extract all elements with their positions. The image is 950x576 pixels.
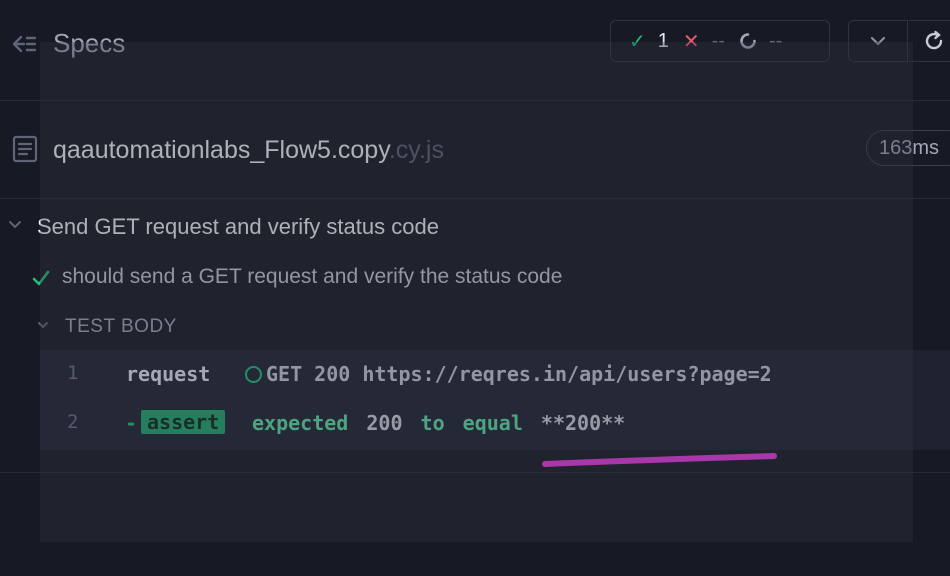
spinner-icon (740, 33, 756, 49)
test-body-header[interactable]: TEST BODY (0, 313, 950, 341)
failed-stat: ✕ -- (683, 29, 725, 54)
spec-file-name: qaautomationlabs_Flow5.copy.cy.js (53, 136, 444, 165)
test-title: should send a GET request and verify the… (62, 265, 563, 288)
pending-count: -- (768, 29, 783, 52)
status-circle-icon (245, 366, 262, 383)
back-arrow-icon[interactable] (10, 30, 38, 58)
command-number: 1 (67, 362, 79, 384)
command-message: GET 200 https://reqres.in/api/users?page… (245, 362, 772, 386)
spec-file-base: qaautomationlabs_Flow5.copy (53, 136, 389, 164)
chevron-down-icon[interactable] (8, 220, 22, 230)
duration-badge: 163ms (866, 130, 950, 166)
x-icon: ✕ (682, 30, 700, 53)
test-stats: ✓ 1 ✕ -- -- (610, 20, 830, 62)
pending-stat: -- (739, 30, 782, 53)
cypress-runner: Specs ✓ 1 ✕ -- -- qaautomationlabs_Flow5… (0, 0, 950, 576)
command-row[interactable]: 1 request GET 200 https://reqres.in/api/… (40, 350, 950, 398)
assert-part-expected-value: **200** (540, 411, 626, 435)
command-message: expected 200 to equal **200** (252, 411, 625, 435)
divider (0, 472, 950, 473)
refresh-icon (925, 30, 942, 50)
options-dropdown-button[interactable] (848, 20, 908, 62)
passed-stat: ✓ 1 (629, 29, 669, 54)
passed-count: 1 (657, 29, 669, 52)
check-icon: ✓ (629, 30, 646, 53)
chevron-down-icon[interactable] (37, 321, 49, 330)
command-method: request (126, 362, 211, 386)
annotation-underline (542, 453, 777, 467)
command-prefix: - (125, 411, 138, 435)
check-icon (32, 270, 50, 286)
spec-file-extension: .cy.js (388, 136, 444, 164)
failed-count: -- (711, 29, 725, 52)
suite-row[interactable]: Send GET request and verify status code (0, 210, 950, 244)
command-log: 1 request GET 200 https://reqres.in/api/… (40, 350, 950, 450)
document-icon (12, 135, 38, 163)
command-message-text: GET 200 https://reqres.in/api/users?page… (266, 362, 772, 386)
rerun-button[interactable] (909, 20, 950, 62)
assert-badge: assert (141, 410, 226, 434)
assert-part-operator: to equal (420, 411, 523, 435)
spec-file-row[interactable]: qaautomationlabs_Flow5.copy.cy.js 163ms (0, 100, 950, 199)
page-title: Specs (53, 28, 126, 58)
suite-title: Send GET request and verify status code (37, 214, 439, 239)
command-row[interactable]: 2 - assert expected 200 to equal **200** (40, 399, 950, 447)
command-number: 2 (67, 411, 79, 433)
test-body-label: TEST BODY (65, 316, 177, 337)
chevron-down-icon (870, 36, 886, 46)
specs-header: Specs ✓ 1 ✕ -- -- (0, 0, 950, 101)
assert-part-actual: 200 (366, 411, 403, 435)
assert-part-expected: expected (252, 411, 349, 435)
test-row[interactable]: should send a GET request and verify the… (0, 261, 950, 295)
